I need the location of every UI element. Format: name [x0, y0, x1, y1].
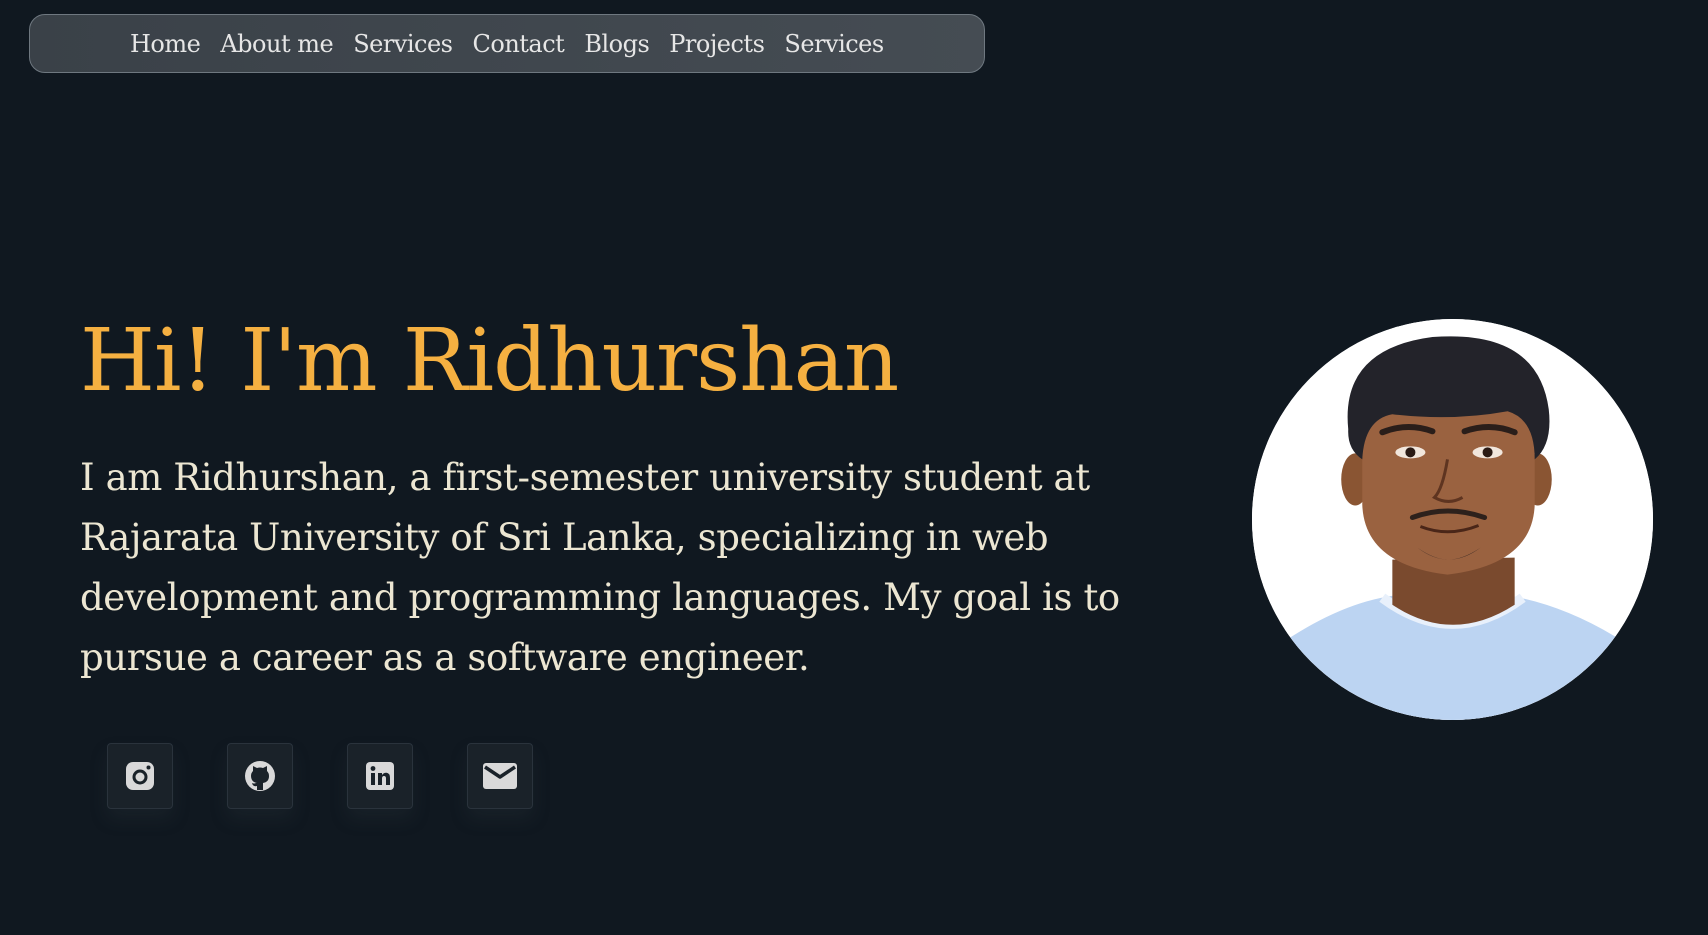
- nav-link-services[interactable]: Services: [353, 30, 453, 58]
- github-icon: [245, 761, 275, 791]
- linkedin-icon: [366, 762, 394, 790]
- social-links: [107, 743, 587, 809]
- instagram-button[interactable]: [107, 743, 173, 809]
- profile-illustration: [1252, 319, 1653, 720]
- nav-link-about-me[interactable]: About me: [220, 30, 333, 58]
- profile-photo: [1252, 319, 1653, 720]
- instagram-icon: [126, 762, 154, 790]
- nav-link-services-2[interactable]: Services: [784, 30, 884, 58]
- mail-icon: [483, 763, 517, 789]
- nav-link-contact[interactable]: Contact: [473, 30, 565, 58]
- hero-title: Hi! I'm Ridhurshan: [80, 311, 899, 411]
- navbar: Home About me Services Contact Blogs Pro…: [29, 14, 985, 73]
- nav-link-projects[interactable]: Projects: [669, 30, 765, 58]
- github-button[interactable]: [227, 743, 293, 809]
- email-button[interactable]: [467, 743, 533, 809]
- page: Home About me Services Contact Blogs Pro…: [0, 0, 1708, 935]
- nav-link-home[interactable]: Home: [130, 30, 201, 58]
- nav-link-blogs[interactable]: Blogs: [584, 30, 649, 58]
- hero-description: I am Ridhurshan, a first-semester univer…: [80, 456, 1120, 679]
- linkedin-button[interactable]: [347, 743, 413, 809]
